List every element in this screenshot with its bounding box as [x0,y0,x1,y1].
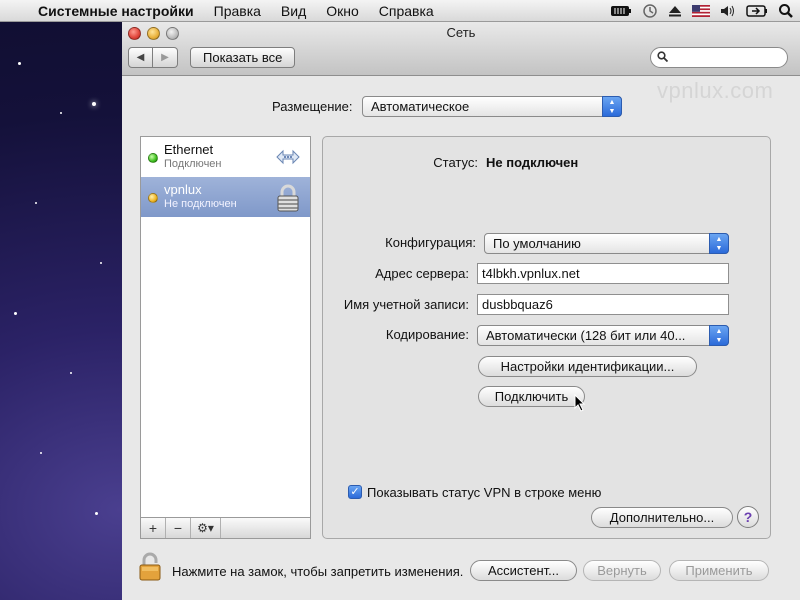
search-field[interactable] [650,47,788,68]
time-machine-icon[interactable] [642,0,658,22]
location-popup[interactable]: Автоматическое ▲ ▼ [362,96,622,117]
spotlight-icon[interactable] [778,0,794,22]
encryption-label: Кодирование: [385,327,469,342]
title-bar: Сеть ◀ ▶ Показать все [122,22,800,76]
service-status: Не подключен [164,198,237,210]
forward-button[interactable]: ▶ [153,47,178,68]
ethernet-arrows-icon [274,143,302,171]
popup-arrows-icon: ▲ ▼ [709,325,729,346]
service-item-ethernet[interactable]: Ethernet Подключен [141,137,310,177]
server-address-label: Адрес сервера: [375,266,469,281]
lock-icon[interactable] [138,552,162,582]
account-name-label: Имя учетной записи: [343,297,469,312]
mouse-cursor-icon [574,394,586,412]
connect-button[interactable]: Подключить [478,386,585,407]
service-status: Подключен [164,158,222,170]
watermark: vpnlux.com [657,78,774,103]
menu-edit[interactable]: Правка [204,0,271,22]
location-value: Автоматическое [371,99,470,114]
server-address-field[interactable]: t4lbkh.vpnlux.net [477,263,729,284]
lock-instruction-text: Нажмите на замок, чтобы запретить измене… [172,564,464,579]
service-name: vpnlux [164,182,202,197]
encryption-value: Автоматически (128 бит или 40... [486,328,686,343]
service-item-vpnlux[interactable]: vpnlux Не подключен [141,177,310,217]
status-value: Не подключен [486,155,579,170]
network-preferences-window: Сеть ◀ ▶ Показать все vpnlux.com Размеще… [122,22,800,600]
revert-button[interactable]: Вернуть [583,560,661,581]
desktop-background [0,22,122,600]
forward-arrow-icon: ▶ [161,52,169,63]
status-dot-yellow-icon [148,193,158,203]
battery-icon[interactable] [610,0,632,22]
back-arrow-icon: ◀ [136,52,145,63]
gear-menu-button[interactable]: ⚙▾ [191,518,221,538]
remove-service-button[interactable]: − [166,518,191,538]
menu-window[interactable]: Окно [316,0,369,22]
power-adapter-icon[interactable] [746,0,768,22]
help-button[interactable]: ? [737,506,759,528]
lock-icon [274,183,302,212]
vpn-detail-pane: Статус: Не подключен Конфигурация: По ум… [322,136,771,539]
menu-app-name[interactable]: Системные настройки [34,0,204,22]
popup-arrows-icon: ▲ ▼ [602,96,622,117]
authentication-settings-button[interactable]: Настройки идентификации... [478,356,697,377]
service-name: Ethernet [164,142,214,157]
back-button[interactable]: ◀ [128,47,153,68]
assistant-button[interactable]: Ассистент... [470,560,577,581]
location-label: Размещение: [272,99,353,114]
us-flag-icon[interactable] [692,0,710,22]
advanced-button[interactable]: Дополнительно... [591,507,733,528]
status-dot-green-icon [148,153,158,163]
services-toolbar: + − ⚙▾ [141,517,310,538]
configuration-value: По умолчанию [493,236,581,251]
menu-view[interactable]: Вид [271,0,316,22]
show-vpn-status-checkbox[interactable]: ✓ [348,485,362,499]
volume-icon[interactable] [720,0,736,22]
status-label: Статус: [433,155,478,170]
menu-help[interactable]: Справка [369,0,444,22]
account-name-field[interactable]: dusbbquaz6 [477,294,729,315]
search-icon [657,51,669,65]
popup-arrows-icon: ▲ ▼ [709,233,729,254]
show-all-button[interactable]: Показать все [190,47,296,68]
encryption-popup[interactable]: Автоматически (128 бит или 40... ▲ ▼ [477,325,729,346]
add-service-button[interactable]: + [141,518,166,538]
configuration-label: Конфигурация: [385,235,476,250]
show-vpn-status-label: Показывать статус VPN в строке меню [367,485,602,500]
eject-icon[interactable] [668,0,682,22]
configuration-popup[interactable]: По умолчанию ▲ ▼ [484,233,729,254]
window-title: Сеть [446,25,476,40]
menu-bar: Системные настройки Правка Вид Окно Спра… [0,0,800,22]
apply-button[interactable]: Применить [669,560,769,581]
services-list: Ethernet Подключен vpnlux Не подключен +… [140,136,311,539]
